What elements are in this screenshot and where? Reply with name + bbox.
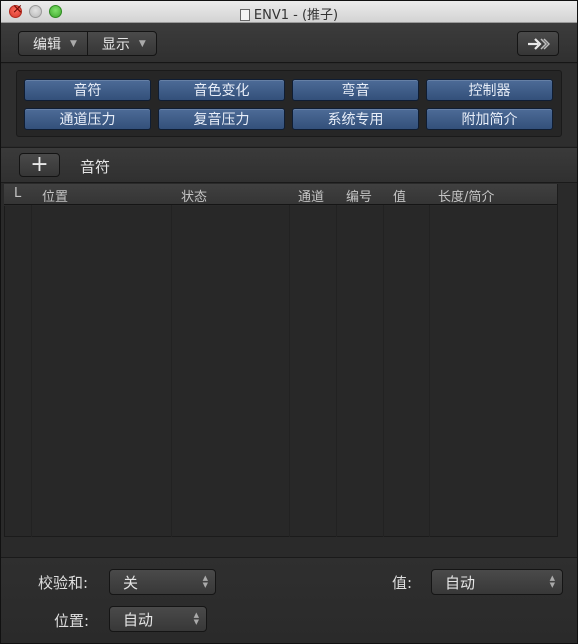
window-title-text: ENV1 - (推子) (253, 8, 339, 23)
filter-program-change-button[interactable]: 音色变化 (158, 79, 285, 101)
plus-icon: + (30, 152, 49, 177)
catch-button[interactable] (517, 31, 559, 56)
menu-segment: 编辑 ▼ 显示 ▼ (18, 31, 157, 56)
toolbar: 编辑 ▼ 显示 ▼ (1, 23, 577, 63)
checksum-label: 校验和: (38, 574, 89, 592)
filter-pitch-bend-button[interactable]: 弯音 (292, 79, 419, 101)
column-header-position[interactable]: 位置 (42, 186, 68, 205)
filter-poly-pressure-button[interactable]: 复音压力 (158, 108, 285, 130)
column-divider (336, 205, 337, 537)
filter-channel-pressure-button[interactable]: 通道压力 (24, 108, 151, 130)
chevron-down-icon: ▼ (70, 38, 77, 49)
view-menu-button[interactable]: 显示 ▼ (86, 32, 156, 55)
view-menu-label: 显示 (101, 36, 130, 53)
add-event-button[interactable]: + (19, 153, 60, 177)
title-bar: ENV1 - (推子) (1, 1, 577, 23)
filter-notes-button[interactable]: 音符 (24, 79, 151, 101)
column-header-status[interactable]: 状态 (181, 186, 207, 205)
position-value: 自动 (123, 610, 154, 629)
column-divider (429, 205, 430, 537)
filter-additional-info-button[interactable]: 附加简介 (426, 108, 553, 130)
column-divider (171, 205, 172, 537)
window-title: ENV1 - (推子) (1, 4, 577, 23)
event-list-window: ENV1 - (推子) 编辑 ▼ 显示 ▼ 音符 音色变化 弯音 (0, 0, 578, 644)
column-header-value[interactable]: 值 (393, 186, 406, 205)
create-event-bar: + 音符 (1, 147, 577, 183)
edit-menu-label: 编辑 (33, 36, 61, 53)
vertical-scrollbar[interactable] (557, 184, 558, 537)
column-header-number[interactable]: 编号 (346, 186, 372, 205)
event-filter-area: 音符 音色变化 弯音 控制器 通道压力 复音压力 系统专用 附加简介 (1, 64, 577, 146)
edit-menu-button[interactable]: 编辑 ▼ (19, 32, 87, 55)
checksum-value: 关 (123, 573, 139, 592)
column-header-channel[interactable]: 通道 (298, 186, 324, 205)
column-divider (383, 205, 384, 537)
position-popup[interactable]: 自动 ▲ ▼ (109, 606, 207, 632)
filter-sysex-button[interactable]: 系统专用 (292, 108, 419, 130)
updown-arrows-icon: ▲ ▼ (202, 574, 208, 589)
column-divider (31, 205, 32, 537)
catch-arrow-icon (528, 37, 550, 50)
create-event-type-label: 音符 (80, 158, 111, 176)
column-header-l[interactable]: L (14, 186, 21, 201)
chevron-down-icon: ▼ (138, 38, 146, 49)
value-label: 值: (392, 574, 413, 592)
checksum-popup[interactable]: 关 ▲ ▼ (109, 569, 216, 595)
value-display: 自动 (445, 573, 476, 592)
document-icon (239, 9, 250, 21)
value-popup[interactable]: 自动 ▲ ▼ (431, 569, 563, 595)
updown-arrows-icon: ▲ ▼ (193, 611, 199, 626)
column-divider (289, 205, 290, 537)
updown-arrows-icon: ▲ ▼ (549, 574, 555, 589)
list-footer: 校验和: 关 ▲ ▼ 位置: 自动 ▲ ▼ 值: 自动 ▲ ▼ (1, 557, 577, 643)
filter-controller-button[interactable]: 控制器 (426, 79, 553, 101)
event-list-header: L 位置 状态 通道 编号 值 长度/简介 (4, 184, 558, 205)
event-filter-panel: 音符 音色变化 弯音 控制器 通道压力 复音压力 系统专用 附加简介 (16, 70, 562, 137)
column-header-length-info[interactable]: 长度/简介 (438, 186, 494, 205)
position-label: 位置: (54, 612, 90, 630)
event-list[interactable] (4, 206, 558, 537)
